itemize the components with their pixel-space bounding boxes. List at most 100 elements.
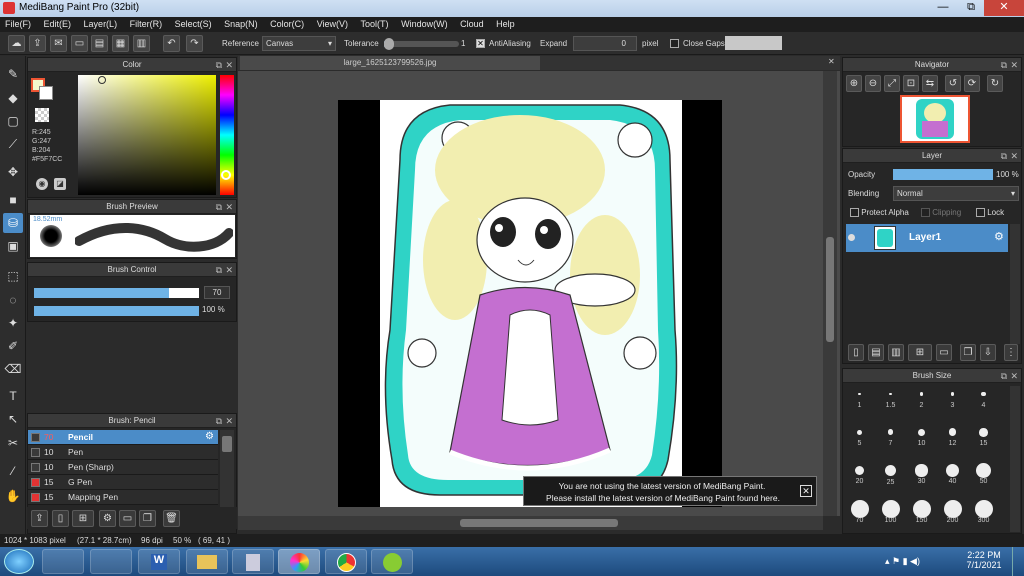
- pin-icon[interactable]: ⧉: [216, 58, 222, 72]
- more-menu-icon[interactable]: ⋮: [1004, 344, 1018, 361]
- folder-icon[interactable]: ▭: [119, 510, 136, 527]
- brush-size-option[interactable]: 300: [969, 499, 998, 525]
- fill-shape-icon[interactable]: ■: [3, 190, 23, 210]
- shape-tool-icon[interactable]: ▢: [3, 111, 23, 131]
- new-halftone-layer-icon[interactable]: ▤: [868, 344, 884, 361]
- divide-tool-icon[interactable]: ✂: [3, 433, 23, 453]
- copy-icon[interactable]: ❐: [139, 510, 156, 527]
- menu-select[interactable]: Select(S): [170, 17, 217, 31]
- brush-list-item[interactable]: 10 Pen (Sharp): [28, 460, 218, 475]
- brush-size-option[interactable]: 15: [969, 424, 998, 448]
- saturation-value-picker[interactable]: [78, 75, 216, 195]
- gradient-tool-icon[interactable]: ▣: [3, 236, 23, 256]
- brush-size-option[interactable]: 150: [907, 499, 936, 525]
- comment-icon[interactable]: ✉: [50, 35, 67, 52]
- start-button[interactable]: [4, 549, 34, 574]
- brush-size-option[interactable]: 1: [845, 386, 874, 410]
- clipping-checkbox[interactable]: Clipping: [921, 208, 961, 218]
- tab-close-icon[interactable]: ✕: [828, 57, 836, 67]
- tolerance-slider-handle[interactable]: [384, 38, 394, 50]
- select-rect-icon[interactable]: ⬚: [3, 266, 23, 286]
- navigator-preview[interactable]: [900, 95, 970, 143]
- brush-size-option[interactable]: 3: [938, 386, 967, 410]
- picker-cursor[interactable]: [98, 76, 106, 84]
- menu-file[interactable]: File(F): [0, 17, 36, 31]
- pin-icon[interactable]: ⧉: [216, 200, 222, 214]
- layer-scrollbar[interactable]: [1010, 224, 1020, 344]
- pin-icon[interactable]: ⧉: [1001, 149, 1007, 163]
- pin-icon[interactable]: ⧉: [1001, 369, 1007, 383]
- eraser-tool-icon[interactable]: ◆: [3, 88, 23, 108]
- duplicate-layer-icon[interactable]: ❐: [960, 344, 976, 361]
- layout-icon[interactable]: ▥: [133, 35, 150, 52]
- close-button[interactable]: ✕: [984, 0, 1024, 16]
- page-icon[interactable]: ▤: [91, 35, 108, 52]
- eyedropper-icon[interactable]: ⁄: [3, 461, 23, 481]
- brush-tool-icon[interactable]: ✎: [3, 64, 23, 84]
- canvas-vertical-scrollbar[interactable]: [823, 71, 837, 516]
- select-pen-icon[interactable]: ✐: [3, 336, 23, 356]
- hue-handle[interactable]: [221, 170, 231, 180]
- antialiasing-checkbox[interactable]: ✕: [476, 38, 485, 49]
- zoom-out-icon[interactable]: ⊖: [865, 75, 881, 92]
- actual-size-icon[interactable]: ⊡: [903, 75, 919, 92]
- taskbar-word-icon[interactable]: W: [138, 549, 180, 574]
- magic-wand-icon[interactable]: ✦: [3, 313, 23, 333]
- canvas-paper[interactable]: [380, 100, 682, 507]
- new-8bit-layer-icon[interactable]: ▥: [888, 344, 904, 361]
- lasso-icon[interactable]: ◌: [3, 290, 23, 310]
- update-notification[interactable]: You are not using the latest version of …: [523, 476, 817, 506]
- brush-size-option[interactable]: 40: [938, 463, 967, 487]
- merge-layer-icon[interactable]: ⇩: [980, 344, 996, 361]
- expand-input[interactable]: 0: [573, 36, 637, 51]
- blending-select[interactable]: Normal ▾: [893, 186, 1019, 201]
- close-icon[interactable]: ✕: [1010, 369, 1018, 383]
- dot-pen-tool-icon[interactable]: ⟋: [3, 134, 23, 154]
- menu-layer[interactable]: Layer(L): [79, 17, 123, 31]
- menu-window[interactable]: Window(W): [396, 17, 453, 31]
- document-tab[interactable]: large_1625123799526.jpg: [240, 56, 540, 70]
- rotate-left-icon[interactable]: ↺: [945, 75, 961, 92]
- close-icon[interactable]: ✕: [1010, 58, 1018, 72]
- palette-icon[interactable]: ◉: [36, 178, 48, 190]
- undo-button[interactable]: ↶: [163, 35, 180, 52]
- taskbar-calculator-icon[interactable]: [232, 549, 274, 574]
- speech-bubble-icon[interactable]: ▭: [71, 35, 88, 52]
- fit-icon[interactable]: ⤢: [884, 75, 900, 92]
- brush-size-option[interactable]: 25: [876, 463, 905, 487]
- trash-icon[interactable]: 🗑: [163, 510, 180, 527]
- menu-color[interactable]: Color(C): [265, 17, 309, 31]
- close-icon[interactable]: ✕: [225, 58, 233, 72]
- taskbar-folder-tools-icon[interactable]: [90, 549, 132, 574]
- menu-snap[interactable]: Snap(N): [219, 17, 263, 31]
- brush-size-option[interactable]: 10: [907, 424, 936, 448]
- close-icon[interactable]: ✕: [225, 414, 233, 428]
- minimize-button[interactable]: —: [930, 0, 956, 16]
- hue-slider[interactable]: [220, 75, 234, 195]
- scroll-thumb[interactable]: [826, 237, 834, 342]
- add-brush-icon[interactable]: ⊞: [72, 510, 94, 527]
- brush-settings-icon[interactable]: ⚙: [99, 510, 116, 527]
- taskbar-paint-icon[interactable]: [42, 549, 84, 574]
- cloud-icon[interactable]: ☁: [8, 35, 25, 52]
- brush-size-option[interactable]: 30: [907, 463, 936, 487]
- taskbar-explorer-icon[interactable]: [186, 549, 228, 574]
- share-icon[interactable]: ⇪: [29, 35, 46, 52]
- pin-icon[interactable]: ⧉: [1001, 58, 1007, 72]
- background-color[interactable]: [39, 86, 53, 100]
- redo-button[interactable]: ↷: [186, 35, 203, 52]
- select-eraser-icon[interactable]: ⌫: [3, 359, 23, 379]
- brush-list-item[interactable]: 70 Pencil ⚙: [28, 430, 218, 445]
- show-desktop-button[interactable]: [1012, 547, 1024, 576]
- add-layer-menu-icon[interactable]: ⊞: [908, 344, 932, 361]
- close-icon[interactable]: ✕: [1010, 149, 1018, 163]
- brush-size-option[interactable]: 70: [845, 499, 874, 525]
- brush-size-option[interactable]: 1.5: [876, 386, 905, 410]
- transparent-color[interactable]: [35, 108, 49, 122]
- brush-size-option[interactable]: 100: [876, 499, 905, 525]
- layer-opacity-slider[interactable]: [893, 169, 993, 180]
- brush-size-option[interactable]: 7: [876, 424, 905, 448]
- close-gaps-checkbox[interactable]: [670, 38, 679, 49]
- cloud-brush-icon[interactable]: ⇪: [31, 510, 48, 527]
- notification-close-icon[interactable]: ✕: [800, 485, 812, 497]
